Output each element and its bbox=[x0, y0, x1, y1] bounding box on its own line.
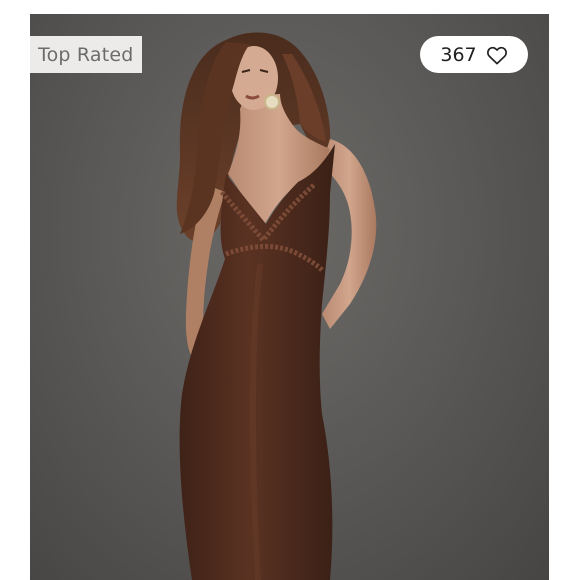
heart-outline-icon bbox=[486, 45, 508, 65]
product-card: Top Rated 367 bbox=[0, 0, 580, 580]
like-button[interactable]: 367 bbox=[420, 36, 528, 73]
product-image[interactable] bbox=[30, 14, 549, 580]
earring bbox=[264, 94, 280, 110]
top-rated-badge: Top Rated bbox=[30, 36, 142, 73]
model-photo bbox=[176, 32, 377, 580]
like-count: 367 bbox=[440, 43, 477, 66]
badge-label: Top Rated bbox=[38, 43, 134, 66]
